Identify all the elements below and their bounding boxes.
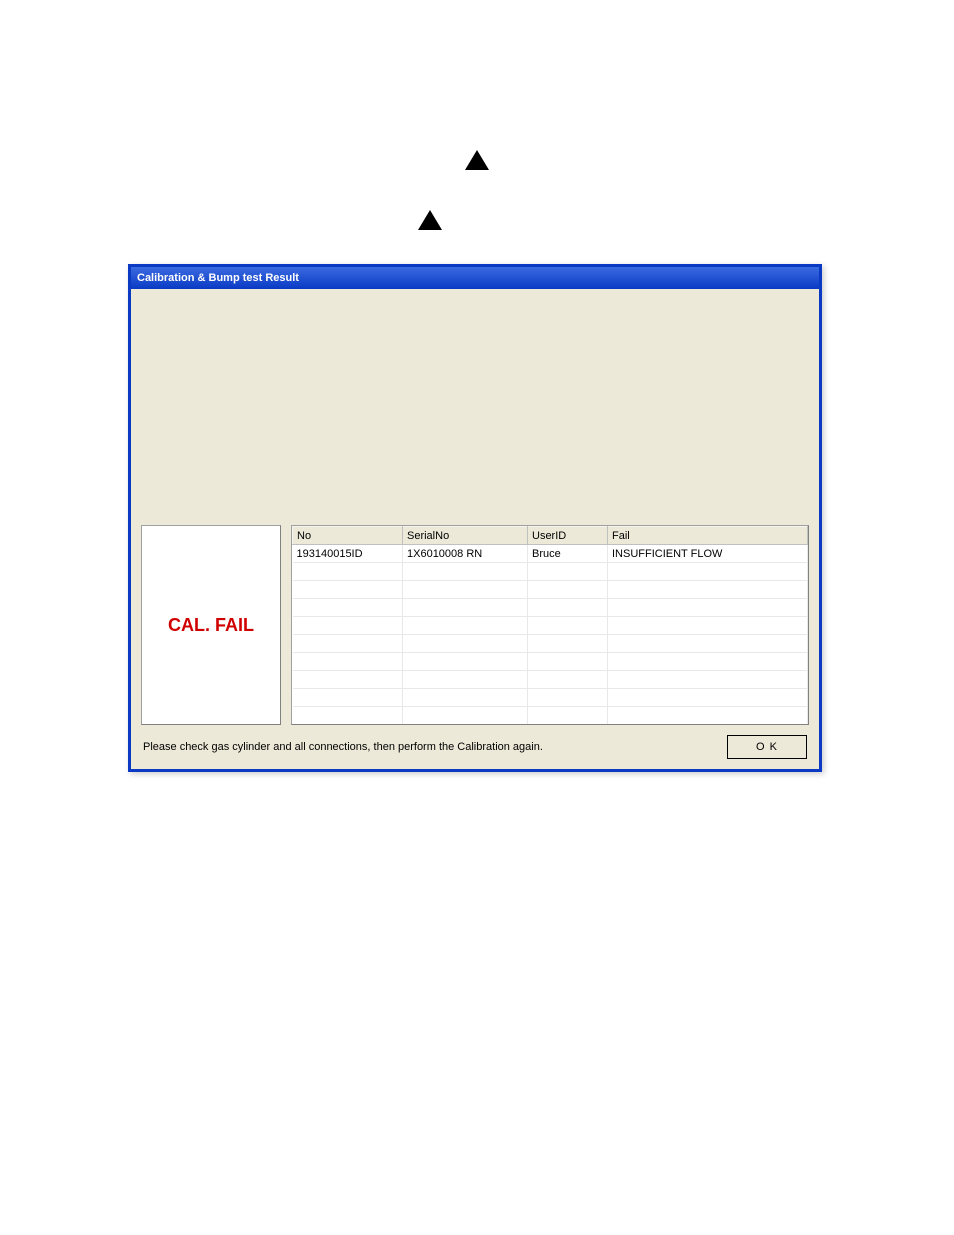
- cell-no: 193140015ID: [293, 545, 403, 563]
- table-row: [293, 653, 808, 671]
- table-row: [293, 617, 808, 635]
- results-table: No SerialNo UserID Fail 193140015ID 1X60…: [292, 526, 808, 725]
- titlebar: Calibration & Bump test Result: [131, 267, 819, 289]
- cell-fail: INSUFFICIENT FLOW: [608, 545, 808, 563]
- table-row: [293, 689, 808, 707]
- footer-row: Please check gas cylinder and all connec…: [141, 735, 809, 759]
- lower-section: CAL. FAIL No SerialNo: [131, 519, 819, 769]
- header-serial[interactable]: SerialNo: [403, 527, 528, 545]
- table-row: [293, 599, 808, 617]
- table-row: [293, 563, 808, 581]
- ok-button[interactable]: O K: [727, 735, 807, 759]
- results-table-container: No SerialNo UserID Fail 193140015ID 1X60…: [291, 525, 809, 725]
- table-header-row: No SerialNo UserID Fail: [293, 527, 808, 545]
- decorative-triangle-bottom: [418, 210, 442, 230]
- table-row: [293, 581, 808, 599]
- table-row[interactable]: 193140015ID 1X6010008 RN Bruce INSUFFICI…: [293, 545, 808, 563]
- cell-user: Bruce: [528, 545, 608, 563]
- status-panel: CAL. FAIL: [141, 525, 281, 725]
- content-area: CAL. FAIL No SerialNo: [131, 289, 819, 769]
- header-user[interactable]: UserID: [528, 527, 608, 545]
- header-no[interactable]: No: [293, 527, 403, 545]
- header-fail[interactable]: Fail: [608, 527, 808, 545]
- instruction-message: Please check gas cylinder and all connec…: [143, 741, 543, 753]
- table-row: [293, 671, 808, 689]
- table-row: [293, 635, 808, 653]
- table-row: [293, 707, 808, 725]
- calibration-fail-label: CAL. FAIL: [168, 615, 254, 636]
- window-title: Calibration & Bump test Result: [137, 272, 299, 284]
- decorative-triangle-top: [465, 150, 489, 170]
- result-dialog: Calibration & Bump test Result CAL. FAIL: [128, 264, 822, 772]
- cell-serial: 1X6010008 RN: [403, 545, 528, 563]
